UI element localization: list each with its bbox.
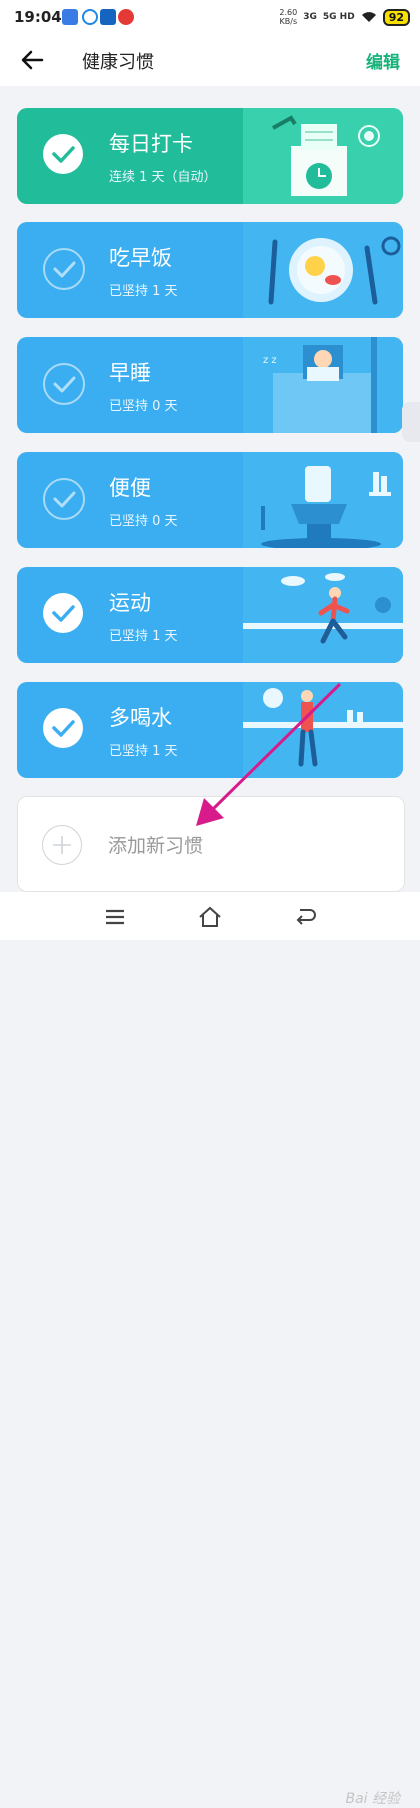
net-speed: 2.60 KB/s [279,8,298,26]
habit-name: 吃早饭 [109,246,172,270]
status-bar: 19:04 2.60 KB/s 3G 5G HD 92 [0,0,420,34]
app-header: 健康习惯 编辑 [0,34,420,86]
signal-5g-icon: 5G HD [322,12,355,22]
plus-icon [42,825,82,865]
notification-icon-1 [62,9,78,25]
signal-3g-icon: 3G [303,12,317,22]
add-habit-label: 添加新习惯 [108,835,204,857]
back-arrow-icon[interactable] [18,46,46,74]
status-time: 19:04 [14,8,62,26]
habit-card-drink-water[interactable]: 多喝水 已坚持 1 天 [17,682,403,778]
habit-name: 多喝水 [109,706,172,730]
habit-name: 早睡 [109,361,151,385]
check-icon[interactable] [43,363,85,405]
edit-button[interactable]: 编辑 [366,48,400,73]
habit-streak: 已坚持 1 天 [109,284,178,299]
habit-card-daily-checkin[interactable]: 每日打卡 连续 1 天（自动） [17,108,403,204]
check-icon[interactable] [43,478,85,520]
menu-icon[interactable] [102,904,128,930]
battery-icon: 92 [382,8,410,26]
habit-name: 每日打卡 [109,132,193,156]
check-icon[interactable] [43,708,83,748]
clock-box-illustration-icon [243,108,403,204]
wifi-icon [361,12,376,22]
drinking-water-illustration-icon [243,682,403,778]
side-drawer-handle[interactable] [402,402,420,442]
home-icon[interactable] [197,904,223,930]
svg-text:z z: z z [263,355,277,366]
add-habit-button[interactable]: 添加新习惯 [17,796,405,892]
habit-streak: 已坚持 1 天 [109,744,178,759]
habit-streak: 已坚持 0 天 [109,399,178,414]
breakfast-plate-illustration-icon [243,222,403,318]
habit-streak: 已坚持 1 天 [109,629,178,644]
runner-illustration-icon [243,567,403,663]
check-icon[interactable] [43,248,85,290]
habit-name: 运动 [109,591,151,615]
notification-icon-2 [82,9,98,25]
page-title: 健康习惯 [82,52,154,73]
habit-streak: 连续 1 天（自动） [109,170,217,185]
watermark: Bai 经验 [345,1791,400,1807]
notification-icon-3 [100,9,116,25]
check-icon[interactable] [43,593,83,633]
back-nav-icon[interactable] [292,904,318,930]
habit-card-exercise[interactable]: 运动 已坚持 1 天 [17,567,403,663]
habit-name: 便便 [109,476,151,500]
check-icon[interactable] [43,134,83,174]
habit-card-early-sleep[interactable]: 早睡 已坚持 0 天 z z [17,337,403,433]
habit-card-toilet[interactable]: 便便 已坚持 0 天 [17,452,403,548]
status-icons: 2.60 KB/s 3G 5G HD 92 [279,6,410,28]
habit-card-breakfast[interactable]: 吃早饭 已坚持 1 天 [17,222,403,318]
habit-streak: 已坚持 0 天 [109,514,178,529]
notification-icon-4 [118,9,134,25]
toilet-illustration-icon [243,452,403,548]
sleeping-bed-illustration-icon: z z [243,337,403,433]
system-nav-bar: Bai 经验 [0,892,420,1807]
